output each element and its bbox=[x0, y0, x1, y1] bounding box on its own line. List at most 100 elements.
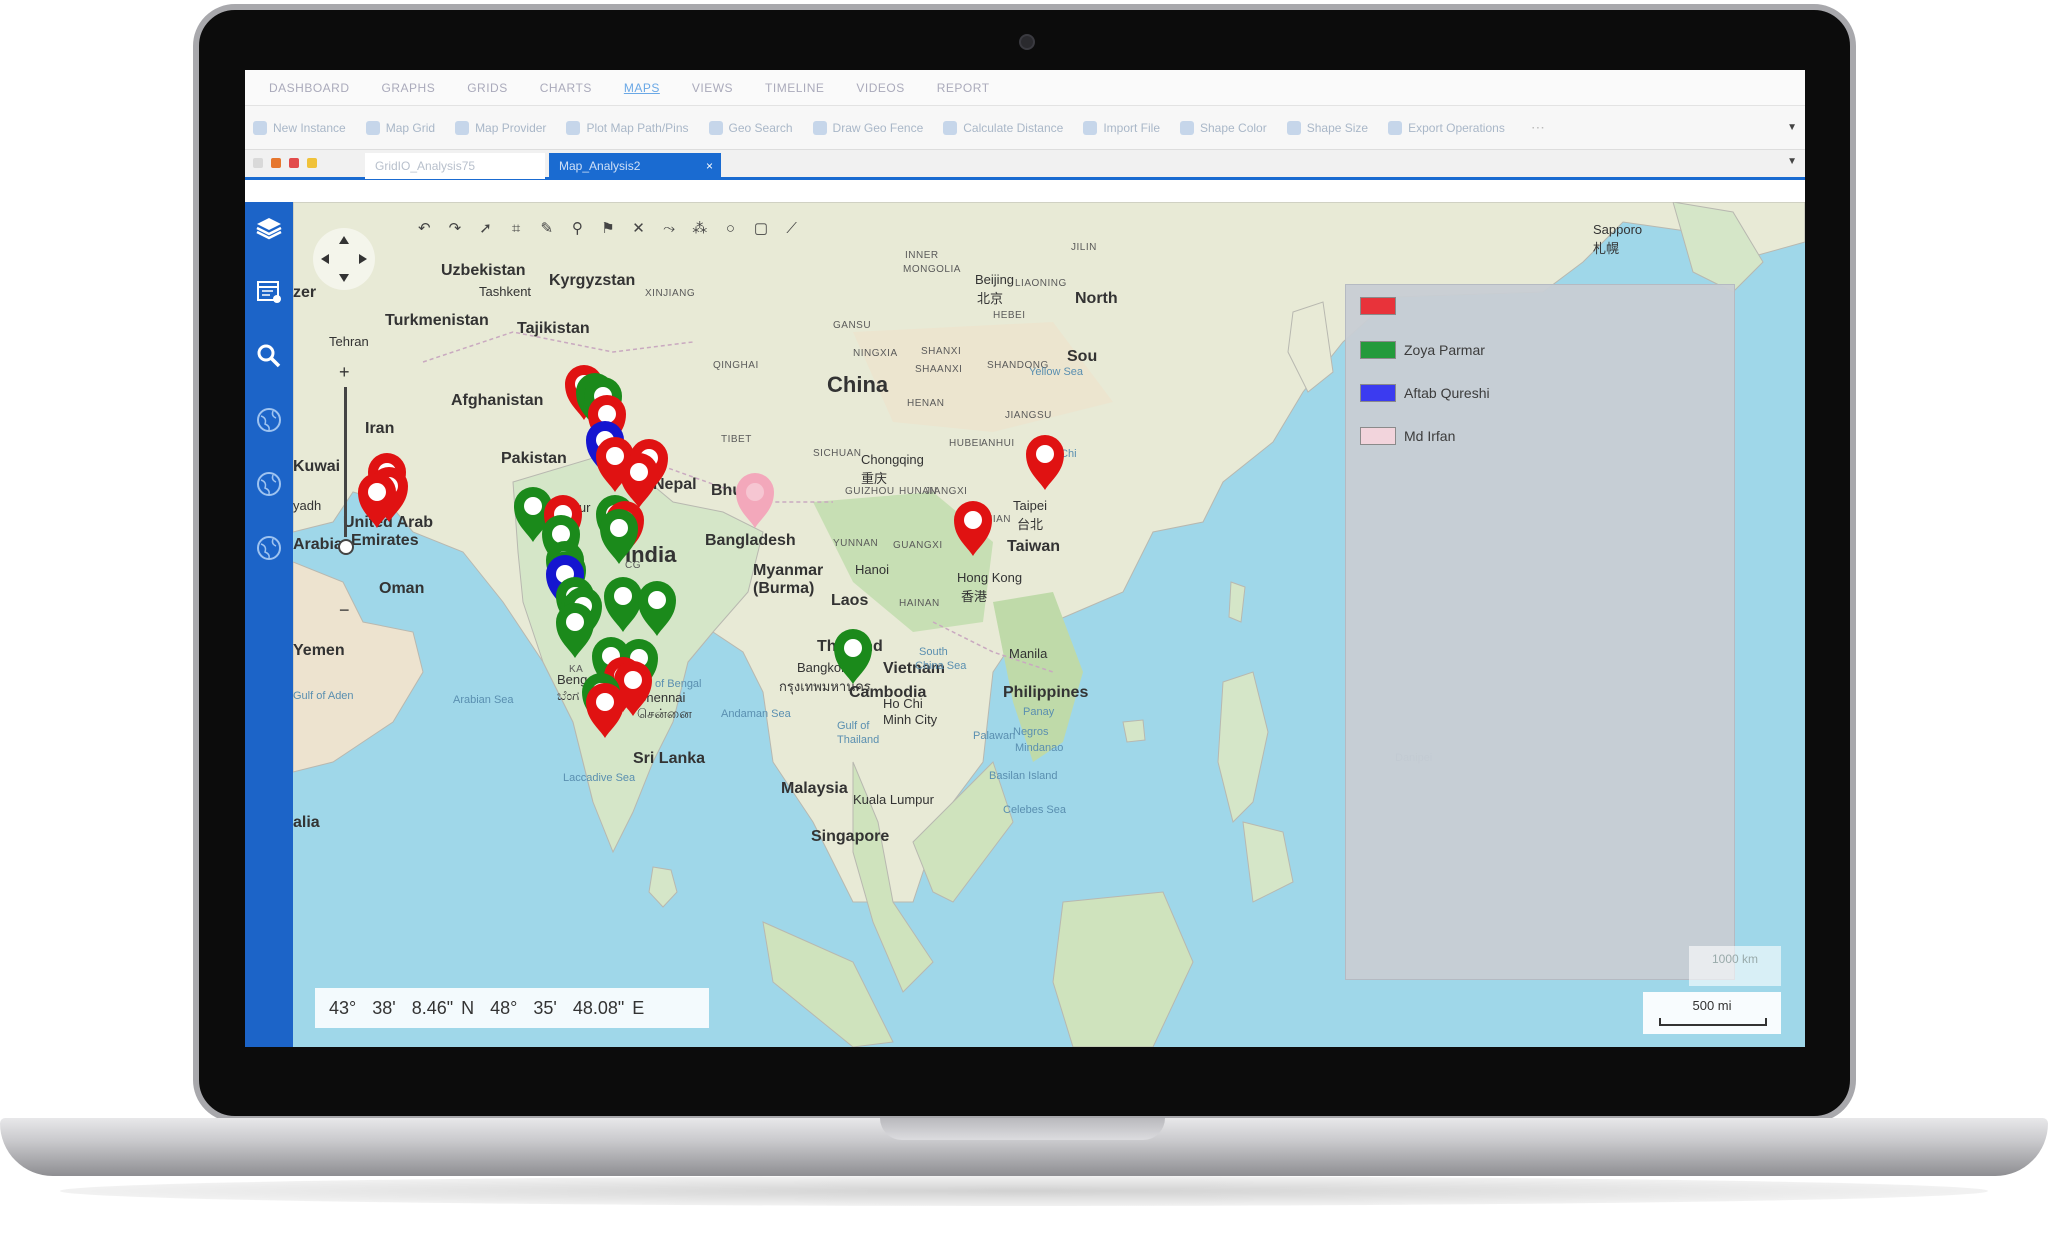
scale-mi-label: 500 mi bbox=[1692, 998, 1732, 1013]
close-icon[interactable]: × bbox=[706, 153, 713, 179]
tool-icon bbox=[253, 120, 267, 135]
tool-label: Shape Size bbox=[1306, 120, 1369, 135]
map-settings-icon[interactable] bbox=[251, 274, 287, 310]
menu-item-charts[interactable]: CHARTS bbox=[540, 81, 592, 95]
laptop-shadow bbox=[60, 1176, 1988, 1206]
toolbar-shape-size[interactable]: Shape Size bbox=[1286, 120, 1369, 135]
tool-icon bbox=[1286, 120, 1301, 135]
tool-label: Geo Search bbox=[728, 120, 793, 135]
legend-panel: Zoya Parmar Aftab Qureshi Md Irfan bbox=[1345, 284, 1735, 980]
legend-swatch bbox=[1360, 384, 1396, 402]
toolbar-plot-map-path-pins[interactable]: Plot Map Path/Pins bbox=[566, 120, 689, 135]
layers-icon[interactable] bbox=[251, 210, 287, 246]
legend-swatch bbox=[1360, 427, 1396, 445]
tool-icon bbox=[1083, 120, 1098, 135]
red-icon[interactable] bbox=[289, 158, 299, 168]
legend-item[interactable]: Md Irfan bbox=[1360, 427, 1455, 445]
tool-label: Map Provider bbox=[475, 120, 547, 135]
tool-label: Export Operations bbox=[1408, 120, 1505, 135]
lon-minutes: 35' bbox=[533, 997, 557, 1018]
coordinates-readout: 43° 38' 8.46" N 48° 35' 48.08" E bbox=[315, 988, 709, 1028]
menu-item-views[interactable]: VIEWS bbox=[692, 81, 733, 95]
lon-seconds: 48.08" bbox=[572, 997, 625, 1018]
scale-bar-mi: 500 mi bbox=[1643, 992, 1781, 1034]
menu-item-grids[interactable]: GRIDS bbox=[467, 81, 508, 95]
camera-icon bbox=[1019, 34, 1035, 50]
legend-label: Zoya Parmar bbox=[1404, 342, 1485, 358]
tool-icon bbox=[812, 120, 827, 135]
map-toolbar: New Instance Map Grid Map Provider Plot Map… bbox=[245, 106, 1805, 150]
scale-bar-km: 1000 km bbox=[1689, 946, 1781, 986]
map-canvas[interactable]: Uzbekistan Kyrgyzstan Turkmenistan Tajikist… bbox=[293, 202, 1805, 1047]
tool-icon bbox=[455, 120, 470, 135]
tool-icon bbox=[708, 120, 723, 135]
tool-icon bbox=[566, 120, 581, 135]
toolbar-export-operations[interactable]: Export Operations bbox=[1388, 120, 1505, 135]
app-screen: DASHBOARD GRAPHS GRIDS CHARTS MAPS VIEWS TIMEL… bbox=[245, 70, 1805, 1047]
globe-icon[interactable] bbox=[251, 530, 287, 566]
toolbar-import-file[interactable]: Import File bbox=[1083, 120, 1160, 135]
legend-item[interactable] bbox=[1360, 297, 1404, 315]
lat-degrees: 43° bbox=[329, 997, 357, 1018]
tool-label: Map Grid bbox=[385, 120, 436, 135]
lon-hemisphere: E bbox=[632, 997, 645, 1018]
toolbar-draw-geo-fence[interactable]: Draw Geo Fence bbox=[812, 120, 924, 135]
globe-icon[interactable] bbox=[251, 402, 287, 438]
tool-icon bbox=[365, 120, 380, 135]
tool-icon bbox=[943, 120, 958, 135]
menu-bar: DASHBOARD GRAPHS GRIDS CHARTS MAPS VIEWS TIMEL… bbox=[245, 70, 1805, 106]
tab-map-analysis[interactable]: Map_Analysis2 × bbox=[549, 153, 721, 179]
star-icon[interactable] bbox=[307, 158, 317, 168]
map-pin-icon[interactable] bbox=[604, 577, 642, 632]
tool-icon bbox=[1180, 120, 1194, 135]
legend-item[interactable]: Aftab Qureshi bbox=[1360, 384, 1490, 402]
scale-km-label: 1000 km bbox=[1711, 952, 1759, 966]
lat-minutes: 38' bbox=[372, 997, 396, 1018]
toolbar-expand-icon[interactable]: ▼ bbox=[1787, 122, 1797, 133]
laptop-notch bbox=[880, 1118, 1165, 1140]
legend-label: Md Irfan bbox=[1404, 428, 1456, 444]
legend-item[interactable]: Zoya Parmar bbox=[1360, 341, 1485, 359]
globe-icon[interactable] bbox=[251, 466, 287, 502]
menu-item-maps[interactable]: MAPS bbox=[624, 81, 660, 95]
map-pin-icon[interactable] bbox=[600, 509, 638, 564]
tool-label: Draw Geo Fence bbox=[832, 120, 924, 135]
map-pin-icon[interactable] bbox=[556, 603, 594, 658]
map-pin-icon[interactable] bbox=[834, 629, 872, 684]
toolbar-new-instance[interactable]: New Instance bbox=[253, 120, 346, 135]
tab-grid-analysis[interactable]: GridIO_Analysis75 bbox=[365, 153, 545, 179]
lat-hemisphere: N bbox=[461, 997, 475, 1018]
tool-label: Plot Map Path/Pins bbox=[586, 120, 689, 135]
menu-item-report[interactable]: REPORT bbox=[937, 81, 990, 95]
map-pin-icon[interactable] bbox=[586, 683, 624, 738]
tool-icon bbox=[1388, 120, 1403, 135]
legend-label: Aftab Qureshi bbox=[1404, 385, 1490, 401]
more-icon[interactable]: ⋯ bbox=[1531, 119, 1545, 136]
map-pin-icon[interactable] bbox=[1026, 435, 1064, 490]
tabs-dropdown-icon[interactable]: ▼ bbox=[1787, 156, 1797, 167]
toolbar-map-provider[interactable]: Map Provider bbox=[455, 120, 547, 135]
map-pin-icon[interactable] bbox=[954, 501, 992, 556]
map-pin-icon[interactable] bbox=[638, 581, 676, 636]
tab-bar: GridIO_Analysis75 Map_Analysis2 × ▼ bbox=[245, 150, 1805, 180]
toolbar-map-grid[interactable]: Map Grid bbox=[365, 120, 436, 135]
tool-label: Import File bbox=[1103, 120, 1160, 135]
toolbar-geo-search[interactable]: Geo Search bbox=[708, 120, 793, 135]
search-icon[interactable] bbox=[251, 338, 287, 374]
toolbar-calculate-distance[interactable]: Calculate Distance bbox=[943, 120, 1064, 135]
legend-swatch bbox=[1360, 297, 1396, 315]
lat-seconds: 8.46" bbox=[411, 997, 454, 1018]
left-sidebar bbox=[245, 202, 293, 1047]
orange-icon[interactable] bbox=[271, 158, 281, 168]
tool-label: Calculate Distance bbox=[963, 120, 1064, 135]
pin-icon[interactable] bbox=[253, 158, 263, 168]
menu-item-graphs[interactable]: GRAPHS bbox=[382, 81, 436, 95]
tab-bar-icons bbox=[253, 158, 317, 168]
tab-label: GridIO_Analysis75 bbox=[375, 159, 476, 173]
map-pin-icon[interactable] bbox=[736, 473, 774, 528]
toolbar-shape-color[interactable]: Shape Color bbox=[1180, 120, 1267, 135]
menu-item-dashboard[interactable]: DASHBOARD bbox=[269, 81, 350, 95]
lon-degrees: 48° bbox=[490, 997, 518, 1018]
menu-item-videos[interactable]: VIDEOS bbox=[856, 81, 904, 95]
menu-item-timeline[interactable]: TIMELINE bbox=[765, 81, 824, 95]
